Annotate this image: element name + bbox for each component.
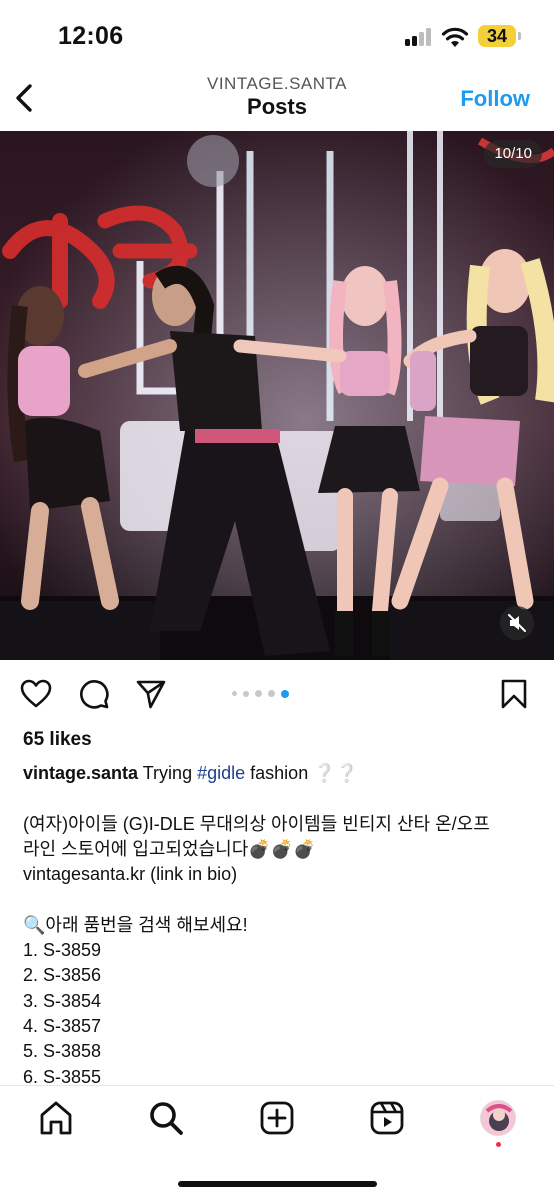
caption-item: 6. S-3855 — [23, 1066, 102, 1085]
caption-item: 4. S-3857 — [23, 1015, 102, 1036]
home-icon[interactable] — [38, 1100, 74, 1136]
post-caption: vintage.santa Trying #gidle fashion ❔❔ (… — [23, 761, 543, 1085]
heart-icon[interactable] — [20, 678, 52, 710]
carousel-dot — [232, 691, 237, 696]
caption-first-line: vintage.santa Trying #gidle fashion ❔❔ — [23, 761, 543, 786]
cellular-signal-icon — [405, 28, 433, 46]
app-content: 12:06 34 VINTAGE.SANTA Posts Follow 10/1… — [0, 0, 554, 1085]
hashtag-link[interactable]: #gidle — [197, 763, 245, 783]
caption-link-line: vintagesanta.kr (link in bio) — [23, 864, 238, 885]
battery-icon: 34 — [478, 25, 516, 47]
caption-line: 🔍아래 품번을 검색 해보세요! — [23, 914, 248, 935]
battery-level: 34 — [486, 26, 508, 46]
paper-plane-icon[interactable] — [135, 678, 167, 710]
carousel-dot-active — [281, 689, 289, 698]
carousel-counter: 10/10 — [484, 140, 542, 168]
caption-item: 1. S-3859 — [23, 940, 102, 961]
bookmark-icon[interactable] — [498, 678, 530, 710]
comment-icon[interactable] — [78, 678, 110, 710]
status-bar: 12:06 34 — [0, 0, 554, 70]
follow-button[interactable]: Follow — [460, 86, 530, 112]
post-actions — [0, 662, 554, 724]
mute-button[interactable] — [500, 606, 534, 640]
caption-text-after-tag: fashion ❔❔ — [250, 763, 359, 783]
post-header: VINTAGE.SANTA Posts Follow — [0, 70, 554, 130]
carousel-dot — [268, 690, 275, 697]
likes-count[interactable]: 65 likes — [23, 729, 92, 751]
profile-picture — [481, 1101, 515, 1135]
speaker-muted-icon — [508, 614, 526, 632]
bottom-nav — [0, 1085, 554, 1200]
carousel-dot — [255, 690, 262, 697]
search-icon[interactable] — [148, 1100, 184, 1136]
caption-item: 2. S-3856 — [23, 965, 102, 986]
caption-item: 5. S-3858 — [23, 1041, 102, 1062]
caption-line: 라인 스토어에 입고되었습니다💣💣💣 — [23, 838, 316, 859]
concert-photo — [0, 131, 554, 660]
reels-icon[interactable] — [369, 1100, 405, 1136]
carousel-dot — [243, 690, 249, 697]
caption-item: 3. S-3854 — [23, 990, 102, 1011]
wifi-icon — [441, 27, 469, 47]
post-media[interactable]: 10/10 — [0, 131, 554, 660]
home-indicator — [178, 1181, 377, 1187]
battery-tip — [518, 32, 521, 40]
status-time: 12:06 — [58, 22, 124, 50]
carousel-dots — [232, 689, 302, 699]
caption-text: Trying — [142, 763, 193, 783]
notification-dot — [496, 1142, 501, 1147]
plus-square-icon[interactable] — [259, 1100, 295, 1136]
caption-line: (여자)아이들 (G)I-DLE 무대의상 아이템들 빈티지 산타 온/오프 — [23, 813, 490, 834]
caption-username[interactable]: vintage.santa — [23, 763, 138, 783]
avatar[interactable] — [480, 1100, 516, 1136]
